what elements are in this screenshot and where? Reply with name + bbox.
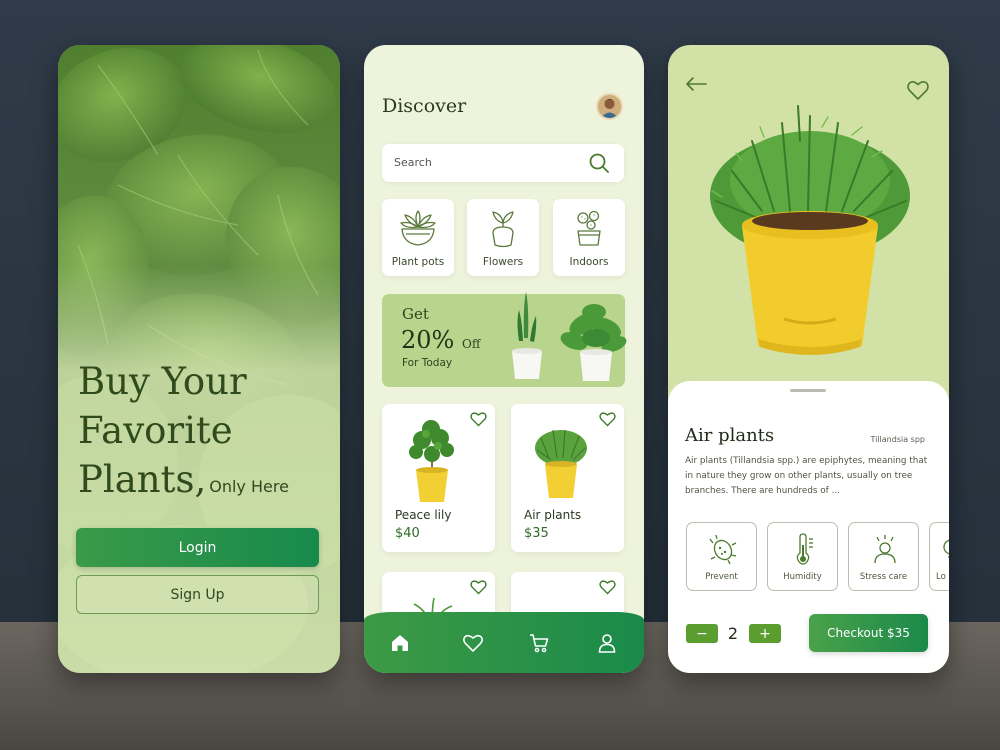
promo-off: Off	[461, 337, 481, 351]
product-card-air-plants[interactable]: Air plants $35	[511, 404, 624, 552]
bottom-nav	[364, 612, 644, 673]
search-input[interactable]: Search	[382, 144, 624, 182]
category-label: Indoors	[569, 256, 609, 268]
product-card-peace-lily[interactable]: Peace lily $40	[382, 404, 495, 552]
headline-line-3: Plants, Only Here	[78, 455, 328, 511]
promo-percent: 20% Off	[401, 326, 480, 354]
avatar[interactable]	[596, 93, 623, 120]
care-item-stress-care[interactable]: Stress care	[848, 522, 919, 591]
promo-banner[interactable]: Get 20% Off For Today	[382, 292, 627, 387]
heart-icon[interactable]	[470, 411, 487, 427]
category-label: Plant pots	[391, 256, 445, 268]
checkout-button[interactable]: Checkout $35	[809, 614, 928, 652]
page-title: Discover	[382, 95, 467, 117]
login-button[interactable]: Login	[76, 528, 319, 567]
heart-icon[interactable]	[470, 579, 487, 595]
product-title: Air plants	[685, 425, 775, 446]
care-label: Stress care	[859, 572, 908, 582]
care-label: Prevent	[705, 572, 738, 582]
category-indoors[interactable]: Indoors	[553, 199, 625, 276]
stress-care-icon	[874, 535, 896, 564]
heart-icon[interactable]	[599, 411, 616, 427]
home-icon[interactable]	[389, 632, 411, 654]
product-latin-name: Tillandsia spp	[870, 435, 925, 444]
discover-screen: Discover Search Plant pots Flowers Indoo…	[364, 45, 644, 673]
promo-get: Get	[402, 305, 429, 323]
promo-percent-value: 20%	[401, 326, 455, 354]
product-price: $40	[395, 526, 420, 541]
sheet-handle[interactable]	[790, 389, 826, 392]
air-plant-image	[710, 105, 910, 355]
product-name: Peace lily	[395, 508, 452, 522]
plant-image	[409, 420, 454, 502]
profile-icon[interactable]	[596, 632, 618, 654]
care-item-humidity[interactable]: Humidity	[767, 522, 838, 591]
search-icon[interactable]	[588, 152, 610, 174]
care-item-prevent[interactable]: Prevent	[686, 522, 757, 591]
headline-sub: Only Here	[209, 477, 289, 496]
cactus-pot-icon	[577, 210, 601, 246]
product-description: Air plants (Tillandsia spp.) are epiphyt…	[685, 456, 928, 496]
headline-plants: Plants,	[78, 458, 207, 501]
quantity-value: 2	[727, 624, 739, 643]
category-flowers[interactable]: Flowers	[467, 199, 539, 276]
heart-icon[interactable]	[599, 579, 616, 595]
search-placeholder: Search	[394, 156, 432, 169]
headline-line-2: Favorite	[78, 409, 233, 452]
back-arrow-icon[interactable]	[684, 75, 708, 93]
promo-plants-image	[512, 292, 627, 381]
cart-icon[interactable]	[528, 632, 550, 654]
bug-icon	[709, 534, 737, 565]
product-detail-screen: Air plants Tillandsia spp Air plants (Ti…	[668, 45, 949, 673]
decrease-quantity-button[interactable]: −	[686, 624, 718, 643]
welcome-headline: Buy Your Favorite Plants, Only Here	[78, 357, 328, 511]
care-label: Humidity	[783, 572, 822, 582]
heart-icon[interactable]	[462, 632, 484, 654]
light-icon	[943, 539, 949, 558]
care-item-light[interactable]: Lo	[929, 522, 949, 591]
leaf-pot-icon	[492, 211, 514, 248]
product-detail-sheet: Air plants Tillandsia spp Air plants (Ti…	[668, 381, 949, 673]
welcome-screen: Buy Your Favorite Plants, Only Here Login…	[58, 45, 340, 673]
headline-line-1: Buy Your	[78, 360, 247, 403]
product-name: Air plants	[524, 508, 582, 522]
thermometer-icon	[796, 533, 813, 565]
product-price: $35	[524, 526, 549, 541]
category-plant-pots[interactable]: Plant pots	[382, 199, 454, 276]
heart-icon[interactable]	[906, 79, 930, 101]
promo-subtitle: For Today	[402, 357, 453, 369]
plant-image	[535, 429, 587, 498]
signup-button[interactable]: Sign Up	[76, 575, 319, 614]
user-avatar-icon	[598, 95, 621, 118]
category-label: Flowers	[482, 256, 524, 268]
increase-quantity-button[interactable]: +	[749, 624, 781, 643]
care-label: Lo	[936, 572, 946, 582]
succulent-pot-icon	[400, 210, 436, 246]
